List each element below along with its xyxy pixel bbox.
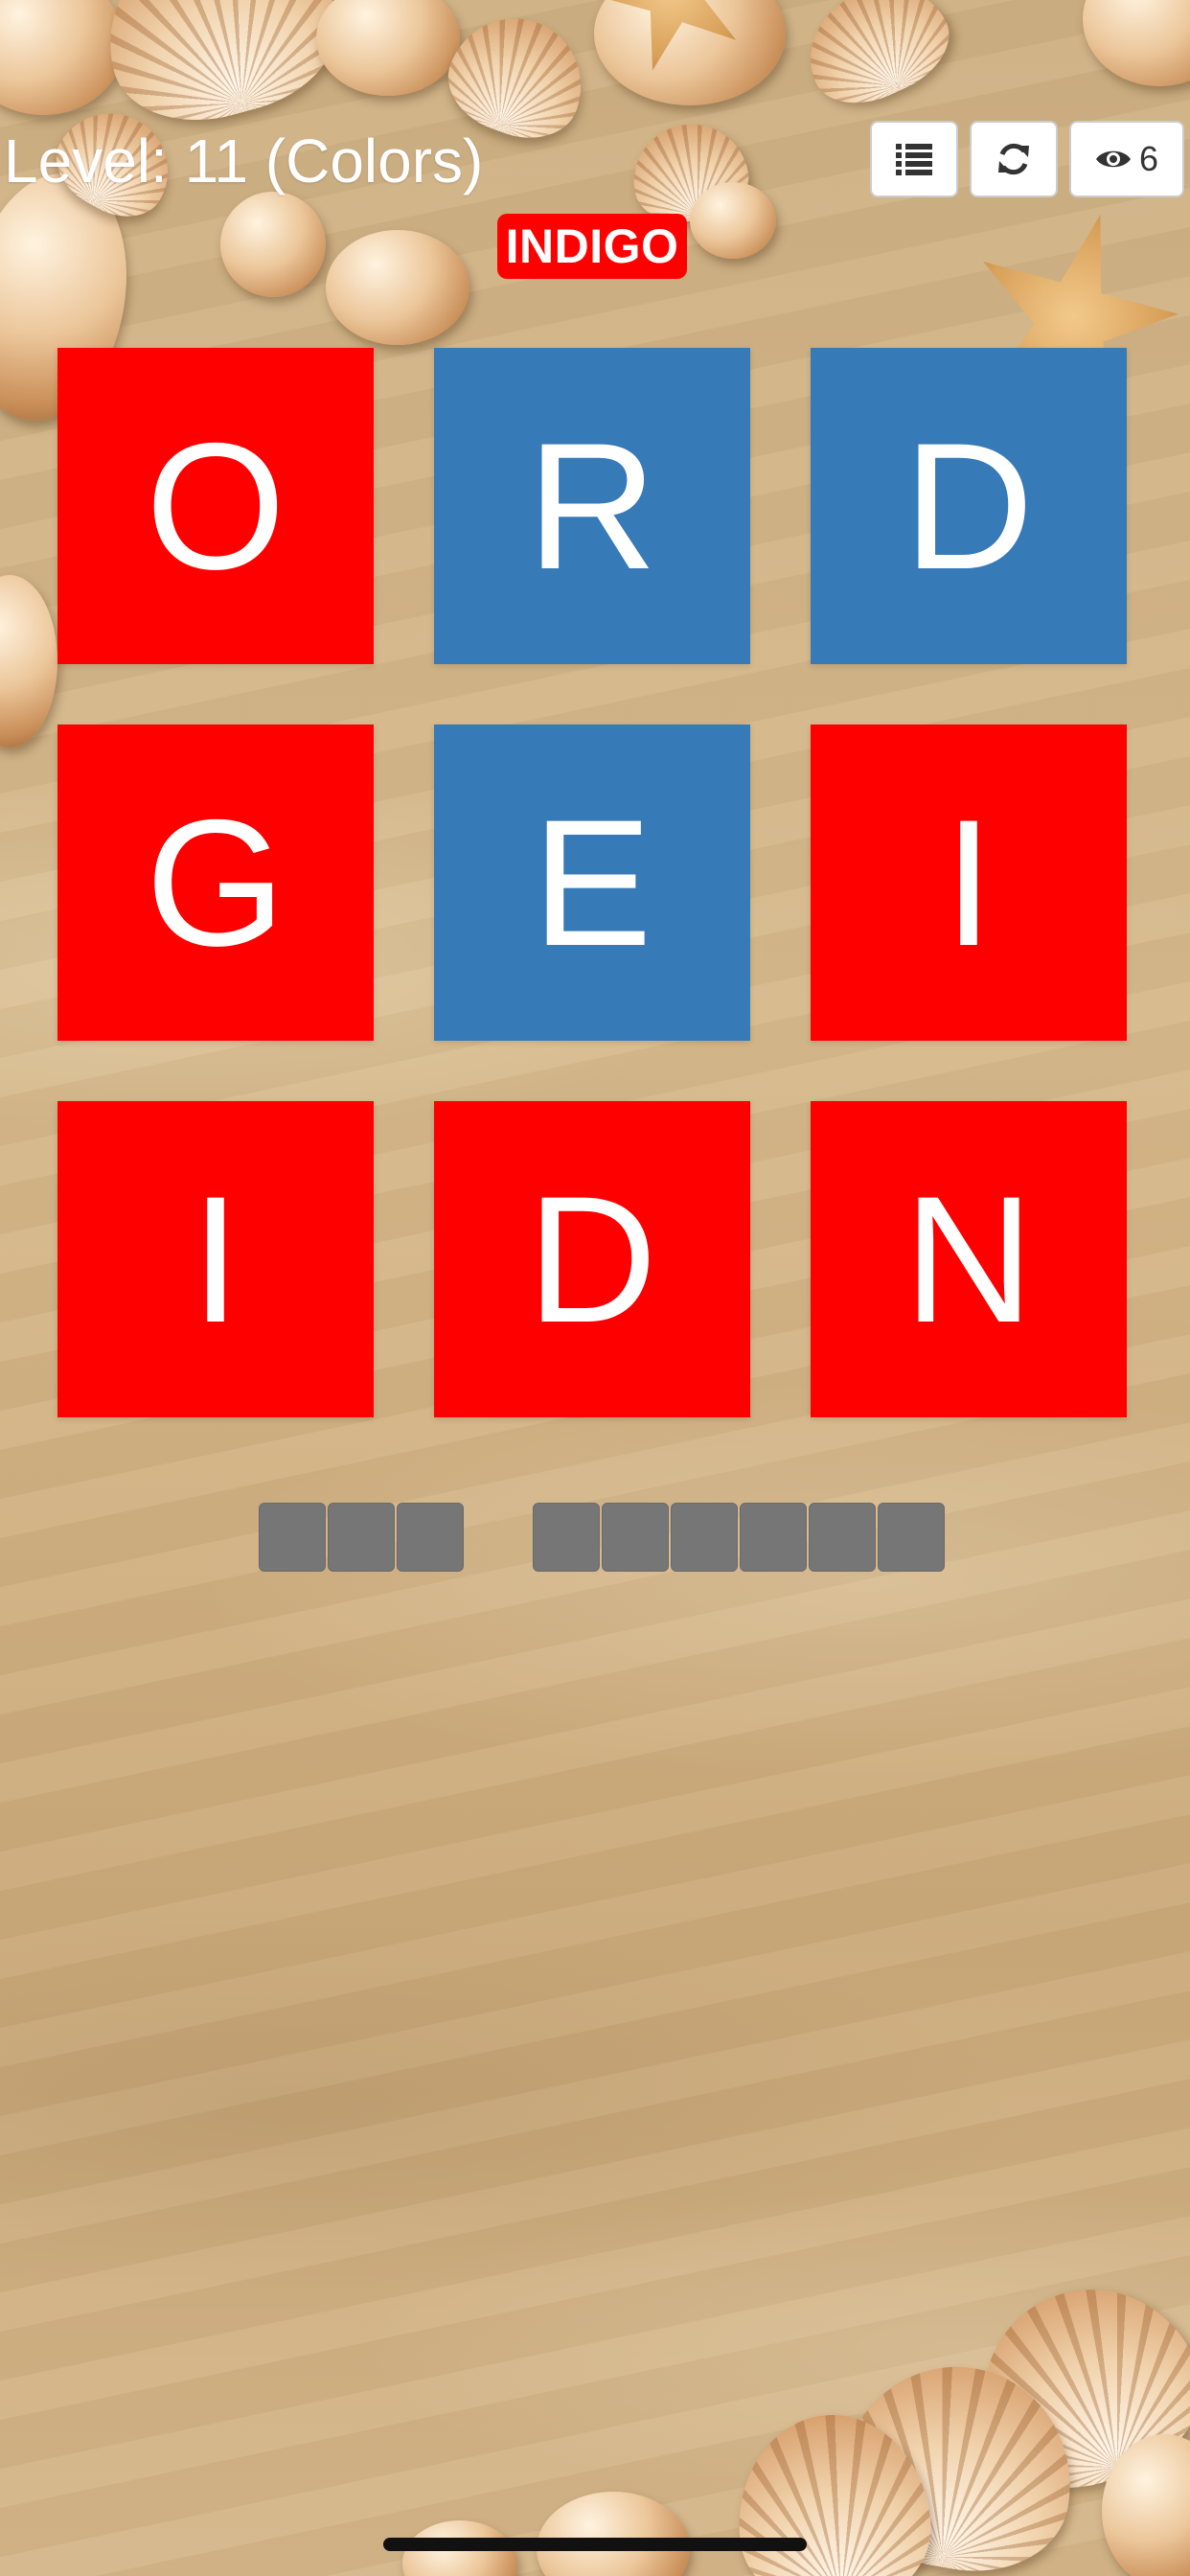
answer-slot[interactable] [328,1503,395,1572]
answer-slot[interactable] [671,1503,738,1572]
seashell-decoration [1083,0,1190,86]
answer-slot[interactable] [602,1503,669,1572]
answer-slot[interactable] [259,1503,326,1572]
seashell-decoration [789,0,965,122]
seashell-decoration [326,230,469,345]
seashell-decoration [690,182,776,259]
level-list-button[interactable] [870,121,958,197]
eye-icon [1095,150,1131,168]
letter-tile[interactable]: I [811,724,1127,1041]
game-screen: Level: 11 (Colors) 6 INDIGO O R D G E I … [0,0,1190,2576]
letter-tile[interactable]: N [811,1101,1127,1417]
answer-slots [0,1503,1190,1572]
letter-tile[interactable]: E [434,724,750,1041]
letter-grid: ORDGEIIDN [57,348,1127,1417]
letter-tile[interactable]: I [57,1101,374,1417]
letter-tile[interactable]: G [57,724,374,1041]
answer-word-1 [259,1503,464,1572]
list-icon [896,144,932,175]
seashell-decoration [0,0,125,115]
answer-slot[interactable] [533,1503,600,1572]
category-badge: INDIGO [497,214,687,279]
refresh-icon [998,143,1029,175]
seashell-decoration [537,2492,690,2576]
seashell-decoration [220,192,326,297]
answer-slot[interactable] [878,1503,945,1572]
hint-button[interactable]: 6 [1069,121,1184,197]
level-title: Level: 11 (Colors) [4,126,484,196]
answer-slot[interactable] [740,1503,807,1572]
letter-tile[interactable]: D [811,348,1127,664]
answer-word-2 [533,1503,945,1572]
answer-slot[interactable] [809,1503,876,1572]
seashell-decoration [316,0,460,96]
answer-slot[interactable] [397,1503,464,1572]
letter-tile[interactable]: D [434,1101,750,1417]
seashell-decoration [0,575,57,748]
letter-tile[interactable]: O [57,348,374,664]
home-indicator[interactable] [383,2538,807,2551]
toolbar: 6 [870,121,1184,197]
hint-count: 6 [1138,139,1159,178]
letter-tile[interactable]: R [434,348,750,664]
reset-level-button[interactable] [970,121,1058,197]
